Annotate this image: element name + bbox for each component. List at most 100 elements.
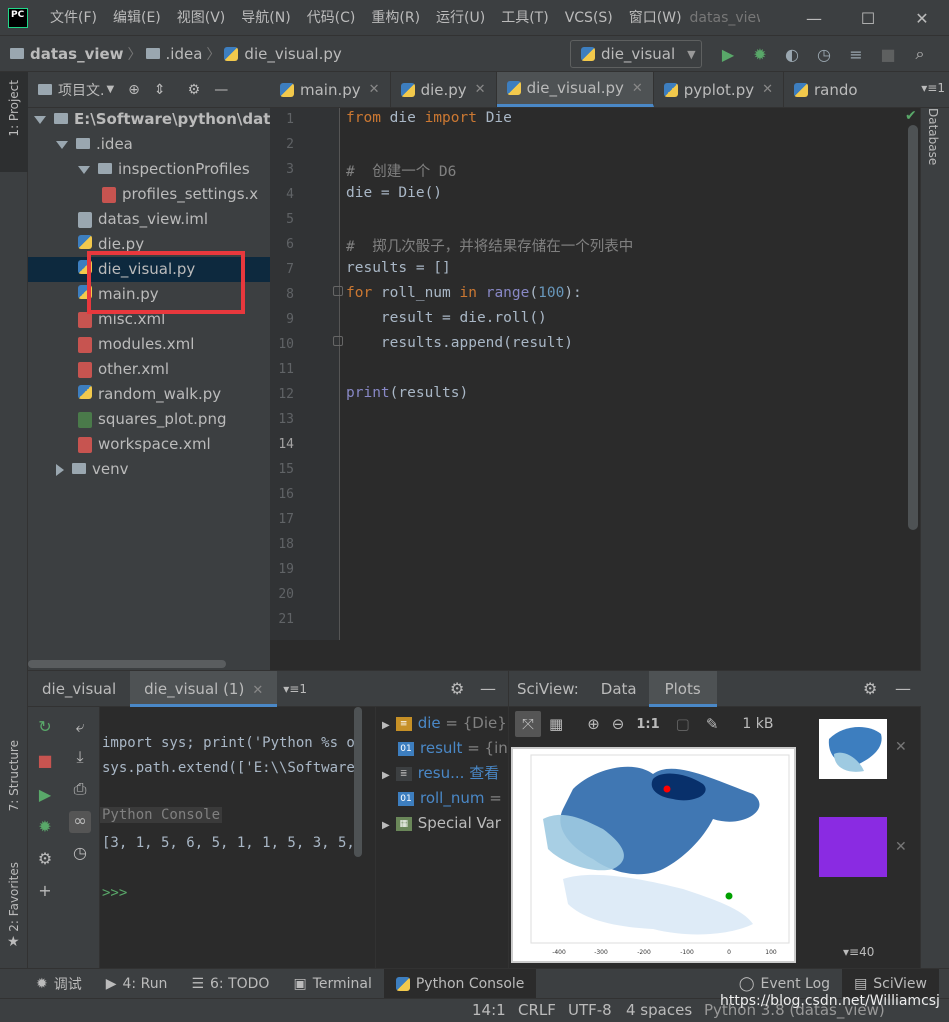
debug-icon[interactable]: ✹ [34, 817, 56, 839]
hide-icon[interactable]: — [895, 679, 911, 698]
tab-main-py[interactable]: main.py ✕ [270, 72, 391, 107]
tool-debug[interactable]: ✹ 调试 [24, 969, 94, 999]
gear-icon[interactable]: ⚙ [863, 679, 877, 698]
vertical-scrollbar[interactable] [908, 125, 918, 530]
background-icon[interactable]: ▢ [676, 715, 690, 733]
tree-item[interactable]: other.xml [28, 357, 270, 382]
close-icon[interactable]: ✕ [252, 683, 263, 698]
close-icon[interactable]: ✕ [369, 82, 380, 97]
database-tool-tab[interactable]: Database [926, 108, 940, 165]
project-tool-tab[interactable]: 1: Project [7, 80, 21, 137]
tab-console-die-visual[interactable]: die_visual [28, 671, 130, 707]
horizontal-scrollbar[interactable] [28, 660, 226, 668]
add-icon[interactable]: + [34, 881, 56, 903]
structure-tool-tab[interactable]: 7: Structure [7, 740, 21, 811]
console-prompt[interactable]: >>> [102, 885, 127, 901]
stop-icon[interactable]: ■ [34, 751, 56, 773]
collapse-icon[interactable]: ⇕ [154, 82, 166, 98]
tool-terminal[interactable]: ▣ Terminal [281, 969, 383, 999]
expand-icon[interactable]: ▶ [382, 720, 390, 731]
rerun-icon[interactable]: ↻ [34, 717, 56, 739]
chevron-down-icon[interactable] [56, 140, 68, 149]
plot-thumbnail-1[interactable] [819, 719, 887, 779]
tab-die-visual-py[interactable]: die_visual.py ✕ [496, 72, 654, 107]
actual-size-button[interactable]: 1:1 [636, 717, 659, 732]
expand-icon[interactable]: ▶ [382, 770, 390, 781]
tree-item[interactable]: random_walk.py [28, 382, 270, 407]
tree-item[interactable]: E:\Software\python\datas [28, 107, 270, 132]
tab-rando[interactable]: rando [784, 72, 868, 107]
tree-item[interactable]: datas_view.iml [28, 207, 270, 232]
tab-die-py[interactable]: die.py ✕ [391, 72, 497, 107]
breadcrumb-idea[interactable]: .idea [166, 45, 203, 63]
console-output[interactable]: import sys; print('Python %s o sys.path.… [100, 707, 375, 969]
variable-roll-num[interactable]: 01 roll_num = [376, 786, 509, 811]
favorites-tool-tab[interactable]: 2: Favorites [7, 862, 21, 932]
maximize-button[interactable]: ☐ [841, 0, 895, 36]
fold-icon[interactable] [333, 286, 343, 296]
run-configuration-select[interactable]: die_visual ▼ [570, 40, 702, 68]
fold-icon[interactable] [333, 336, 343, 346]
menu-vcs[interactable]: VCS(S) [557, 0, 621, 36]
build-icon[interactable]: ≡ [840, 45, 872, 64]
menu-refactor[interactable]: 重构(R) [363, 0, 428, 36]
menu-view[interactable]: 视图(V) [169, 0, 234, 36]
code-editor[interactable]: from die import Die # 创建一个 D6 die = Die(… [340, 108, 920, 640]
color-picker-icon[interactable]: ✎ [706, 715, 719, 733]
hide-icon[interactable]: — [214, 82, 228, 98]
soft-wrap-icon[interactable]: ⤶ [69, 717, 91, 739]
variable-result[interactable]: 01 result = {int} [376, 736, 509, 761]
tool-python-console[interactable]: Python Console [383, 968, 537, 999]
tree-item[interactable]: workspace.xml [28, 432, 270, 457]
tab-overflow-button[interactable]: ▾≡1 [283, 682, 307, 696]
chevron-down-icon[interactable] [34, 115, 46, 124]
expand-icon[interactable]: ▶ [382, 820, 390, 831]
tree-item[interactable]: modules.xml [28, 332, 270, 357]
profile-icon[interactable]: ◷ [808, 45, 840, 64]
close-icon[interactable]: ✕ [632, 81, 643, 96]
tab-console-die-visual-1[interactable]: die_visual (1) ✕ [130, 670, 278, 707]
coverage-icon[interactable]: ◐ [776, 45, 808, 64]
run-icon[interactable]: ▶ [712, 45, 744, 64]
tree-item[interactable]: .idea [28, 132, 270, 157]
tab-overflow-button[interactable]: ▾≡1 [921, 81, 945, 95]
tree-item[interactable]: venv [28, 457, 270, 482]
tab-data[interactable]: Data [589, 680, 649, 698]
menu-edit[interactable]: 编辑(E) [105, 0, 169, 36]
tab-pyplot-py[interactable]: pyplot.py ✕ [654, 72, 784, 107]
variable-die[interactable]: ▶ ≡ die = {Die} [376, 711, 509, 736]
tool-todo[interactable]: ☰ 6: TODO [179, 969, 281, 999]
console-scrollbar[interactable] [354, 707, 362, 857]
close-icon[interactable]: ✕ [762, 82, 773, 97]
menu-tools[interactable]: 工具(T) [493, 0, 556, 36]
tree-item[interactable]: profiles_settings.x [28, 182, 270, 207]
search-icon[interactable]: ⌕ [904, 44, 936, 64]
scroll-to-end-icon[interactable]: ⤓ [69, 747, 91, 769]
stop-icon[interactable]: ■ [872, 45, 904, 64]
history-icon[interactable]: ◷ [69, 843, 91, 865]
menu-file[interactable]: 文件(F) [42, 0, 105, 36]
zoom-out-icon[interactable]: ⊖ [612, 715, 625, 733]
close-window-button[interactable]: ✕ [895, 0, 949, 36]
view-as-array-link[interactable]: 查看 [469, 764, 499, 782]
show-variables-icon[interactable]: ∞ [69, 811, 91, 833]
zoom-in-icon[interactable]: ⊕ [587, 715, 600, 733]
menu-navigate[interactable]: 导航(N) [233, 0, 298, 36]
run-icon[interactable]: ▶ [34, 785, 56, 807]
menu-code[interactable]: 代码(C) [299, 0, 364, 36]
chevron-right-icon[interactable] [56, 463, 64, 476]
grid-icon[interactable]: ▦ [549, 715, 563, 733]
debug-icon[interactable]: ✹ [744, 45, 776, 64]
tree-item[interactable]: inspectionProfiles [28, 157, 270, 182]
close-icon[interactable]: ✕ [895, 739, 907, 755]
print-icon[interactable]: ⎙ [69, 779, 91, 801]
file-encoding[interactable]: UTF-8 [568, 1001, 612, 1019]
tab-plots[interactable]: Plots [648, 670, 717, 707]
minimize-button[interactable]: — [787, 0, 841, 36]
close-icon[interactable]: ✕ [895, 839, 907, 855]
special-variables[interactable]: ▶ ▦ Special Var [376, 811, 509, 836]
gear-icon[interactable]: ⚙ [188, 82, 201, 98]
breadcrumb-project[interactable]: datas_view [30, 45, 124, 63]
variable-results[interactable]: ▶ ≣ resu... 查看 [376, 761, 509, 786]
gear-icon[interactable]: ⚙ [34, 849, 56, 871]
